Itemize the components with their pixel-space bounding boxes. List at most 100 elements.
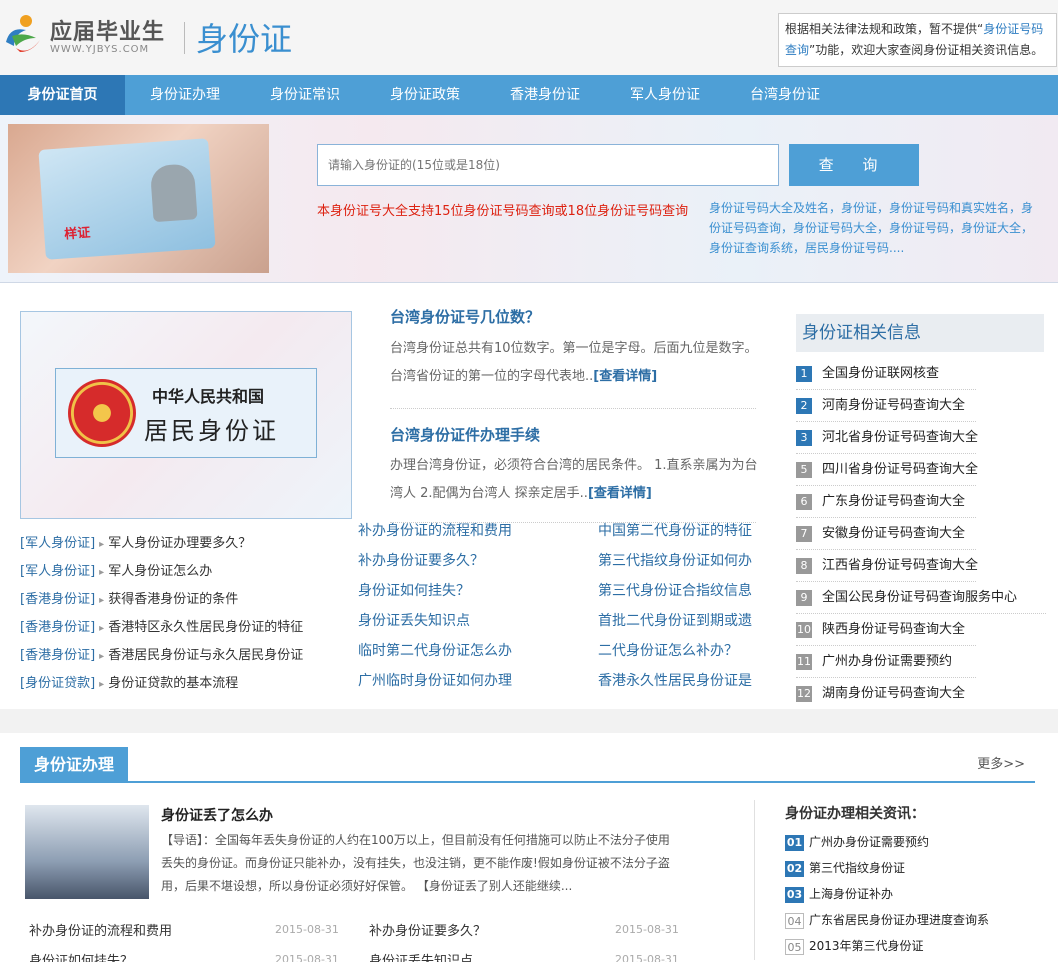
category-tag[interactable]: [身份证贷款] xyxy=(20,676,95,691)
list-item[interactable]: [军人身份证] ▸ 军人身份证怎么办 xyxy=(20,558,340,586)
logo-icon[interactable] xyxy=(2,12,44,58)
search-button[interactable]: 查 询 xyxy=(789,144,919,186)
related-news-label[interactable]: 上海身份证补办 xyxy=(809,887,893,901)
logo-url: WWW.YJBYS.COM xyxy=(50,44,150,55)
list-item[interactable]: 香港永久性居民身份证是 xyxy=(598,666,756,696)
related-news-item[interactable]: 03 上海身份证补办 xyxy=(785,881,1055,907)
article-title[interactable]: 台湾身份证号几位数？ xyxy=(390,306,540,327)
related-news-item[interactable]: 05 2013年第三代身份证 xyxy=(785,933,1055,959)
sidebar-item-label[interactable]: 全国公民身份证号码查询服务中心 xyxy=(822,590,1017,605)
list-item[interactable]: 身份证丢失知识点 xyxy=(358,606,578,636)
list-item[interactable]: [军人身份证] ▸ 军人身份证办理要多久？ xyxy=(20,530,340,558)
category-tag[interactable]: [香港身份证] xyxy=(20,648,95,663)
list-item[interactable]: 补办身份证要多久？ xyxy=(358,546,578,576)
list-item-text[interactable]: 获得香港身份证的条件 xyxy=(108,592,238,607)
sidebar-item-label[interactable]: 河南身份证号码查询大全 xyxy=(822,398,965,413)
arrow-icon: ▸ xyxy=(99,595,105,606)
sidebar-item[interactable]: 2 河南身份证号码查询大全 xyxy=(796,390,976,422)
list-item[interactable]: 身份证如何挂失？ xyxy=(358,576,578,606)
sidebar-item-label[interactable]: 湖南身份证号码查询大全 xyxy=(822,686,965,701)
related-news-item[interactable]: 02 第三代指纹身份证 xyxy=(785,855,1055,881)
list-item[interactable]: 第三代指纹身份证如何办 xyxy=(598,546,756,576)
article-more-link[interactable]: [查看详情] xyxy=(588,486,652,501)
rank-badge: 05 xyxy=(785,938,804,955)
sidebar-item[interactable]: 11 广州办身份证需要预约 xyxy=(796,646,976,678)
news-link[interactable]: 补办身份证的流程和费用 xyxy=(29,920,172,939)
list-item[interactable]: [香港身份证] ▸ 香港特区永久性居民身份证的特征 xyxy=(20,614,340,642)
nav-policy[interactable]: 身份证政策 xyxy=(365,75,485,115)
related-news-label[interactable]: 广东省居民身份证办理进度查询系 xyxy=(809,913,989,927)
article-summary: 台湾身份证总共有10位数字。第一位是字母。后面九位是数字。 台湾省份证的第一位的… xyxy=(390,335,760,391)
rank-badge: 12 xyxy=(796,685,812,702)
search-input[interactable] xyxy=(317,144,779,186)
category-list: [军人身份证] ▸ 军人身份证办理要多久？ [军人身份证] ▸ 军人身份证怎么办 [香港… xyxy=(20,530,340,698)
sidebar-item-label[interactable]: 全国身份证联网核查 xyxy=(822,366,939,381)
sidebar-item[interactable]: 12 湖南身份证号码查询大全 xyxy=(796,678,976,710)
list-item[interactable]: 中国第二代身份证的特征 xyxy=(598,516,756,546)
list-item-text[interactable]: 身份证贷款的基本流程 xyxy=(108,676,238,691)
nav-military[interactable]: 军人身份证 xyxy=(605,75,725,115)
sidebar-item[interactable]: 1 全国身份证联网核查 xyxy=(796,358,976,390)
list-item[interactable]: 临时第二代身份证怎么办 xyxy=(358,636,578,666)
list-item[interactable]: [身份证贷款] ▸ 身份证贷款的基本流程 xyxy=(20,670,340,698)
list-item-text[interactable]: 香港居民身份证与永久居民身份证 xyxy=(108,648,303,663)
logo-text[interactable]: 应届毕业生 xyxy=(50,14,165,46)
section-title[interactable]: 身份证办理 xyxy=(20,747,129,783)
sidebar-item[interactable]: 6 广东身份证号码查询大全 xyxy=(796,486,976,518)
national-emblem-icon xyxy=(68,379,136,447)
sidebar-item-label[interactable]: 四川省身份证号码查询大全 xyxy=(822,462,978,477)
category-tag[interactable]: [军人身份证] xyxy=(20,564,95,579)
sidebar-item-label[interactable]: 陕西身份证号码查询大全 xyxy=(822,622,965,637)
article-thumbnail[interactable] xyxy=(25,805,149,899)
sidebar-item[interactable]: 5 四川省身份证号码查询大全 xyxy=(796,454,978,486)
list-item[interactable]: 第三代身份证合指纹信息 xyxy=(598,576,756,606)
sidebar-item-label[interactable]: 江西省身份证号码查询大全 xyxy=(822,558,978,573)
related-news-item[interactable]: 01 广州办身份证需要预约 xyxy=(785,829,1055,855)
rank-badge: 03 xyxy=(785,886,804,903)
sidebar-item-label[interactable]: 安徽身份证号码查询大全 xyxy=(822,526,965,541)
featured-id-card-image[interactable]: 中华人民共和国 居民身份证 xyxy=(20,311,352,519)
notice-text-post: ”功能，欢迎大家查阅身份证相关资讯信息。 xyxy=(809,43,1044,57)
news-link[interactable]: 身份证如何挂失？ xyxy=(29,950,133,962)
news-link[interactable]: 补办身份证要多久？ xyxy=(369,920,486,939)
related-news-label[interactable]: 第三代指纹身份证 xyxy=(809,861,905,875)
sidebar-item[interactable]: 9 全国公民身份证号码查询服务中心 xyxy=(796,582,1046,614)
list-item-text[interactable]: 军人身份证办理要多久？ xyxy=(108,536,251,551)
list-item[interactable]: 补办身份证的流程和费用 xyxy=(358,516,578,546)
list-item[interactable]: 二代身份证怎么补办？ xyxy=(598,636,756,666)
sidebar-item[interactable]: 3 河北省身份证号码查询大全 xyxy=(796,422,978,454)
related-news-title: 身份证办理相关资讯： xyxy=(785,806,925,822)
sidebar-item[interactable]: 8 江西省身份证号码查询大全 xyxy=(796,550,978,582)
keyword-links[interactable]: 身份证号码大全及姓名，身份证，身份证号码和真实姓名，身份证号码查询，身份证号码大… xyxy=(709,198,1039,258)
sidebar-item-label[interactable]: 广东身份证号码查询大全 xyxy=(822,494,965,509)
article-title[interactable]: 台湾身份证件办理手续 xyxy=(390,424,540,445)
nav-home[interactable]: 身份证首页 xyxy=(0,75,125,115)
sidebar-item[interactable]: 7 安徽身份证号码查询大全 xyxy=(796,518,976,550)
rank-badge: 10 xyxy=(796,621,812,638)
list-item[interactable]: [香港身份证] ▸ 获得香港身份证的条件 xyxy=(20,586,340,614)
nav-knowledge[interactable]: 身份证常识 xyxy=(245,75,365,115)
nav-hongkong[interactable]: 香港身份证 xyxy=(485,75,605,115)
category-tag[interactable]: [香港身份证] xyxy=(20,620,95,635)
section-article-title[interactable]: 身份证丢了怎么办 xyxy=(161,805,273,825)
article-more-link[interactable]: [查看详情] xyxy=(593,369,657,384)
article-summary: 办理台湾身份证，必须符合台湾的居民条件。 1.直系亲属为为台湾人 2.配偶为台湾… xyxy=(390,452,760,508)
rank-badge: 9 xyxy=(796,589,812,606)
list-item[interactable]: 广州临时身份证如何办理 xyxy=(358,666,578,696)
news-link[interactable]: 身份证丢失知识点 xyxy=(369,950,473,962)
nav-taiwan[interactable]: 台湾身份证 xyxy=(725,75,845,115)
category-tag[interactable]: [军人身份证] xyxy=(20,536,95,551)
nav-apply[interactable]: 身份证办理 xyxy=(125,75,245,115)
sidebar-item[interactable]: 10 陕西身份证号码查询大全 xyxy=(796,614,976,646)
sidebar-item-label[interactable]: 河北省身份证号码查询大全 xyxy=(822,430,978,445)
list-item-text[interactable]: 香港特区永久性居民身份证的特征 xyxy=(108,620,303,635)
list-item[interactable]: 首批二代身份证到期或遗 xyxy=(598,606,756,636)
category-tag[interactable]: [香港身份证] xyxy=(20,592,95,607)
related-news-label[interactable]: 2013年第三代身份证 xyxy=(809,939,924,953)
related-news-item[interactable]: 04 广东省居民身份证办理进度查询系 xyxy=(785,907,1055,933)
list-item[interactable]: [香港身份证] ▸ 香港居民身份证与永久居民身份证 xyxy=(20,642,340,670)
related-news-label[interactable]: 广州办身份证需要预约 xyxy=(809,835,929,849)
sidebar-item-label[interactable]: 广州办身份证需要预约 xyxy=(822,654,952,669)
more-link[interactable]: 更多>> xyxy=(977,753,1025,772)
list-item-text[interactable]: 军人身份证怎么办 xyxy=(108,564,212,579)
